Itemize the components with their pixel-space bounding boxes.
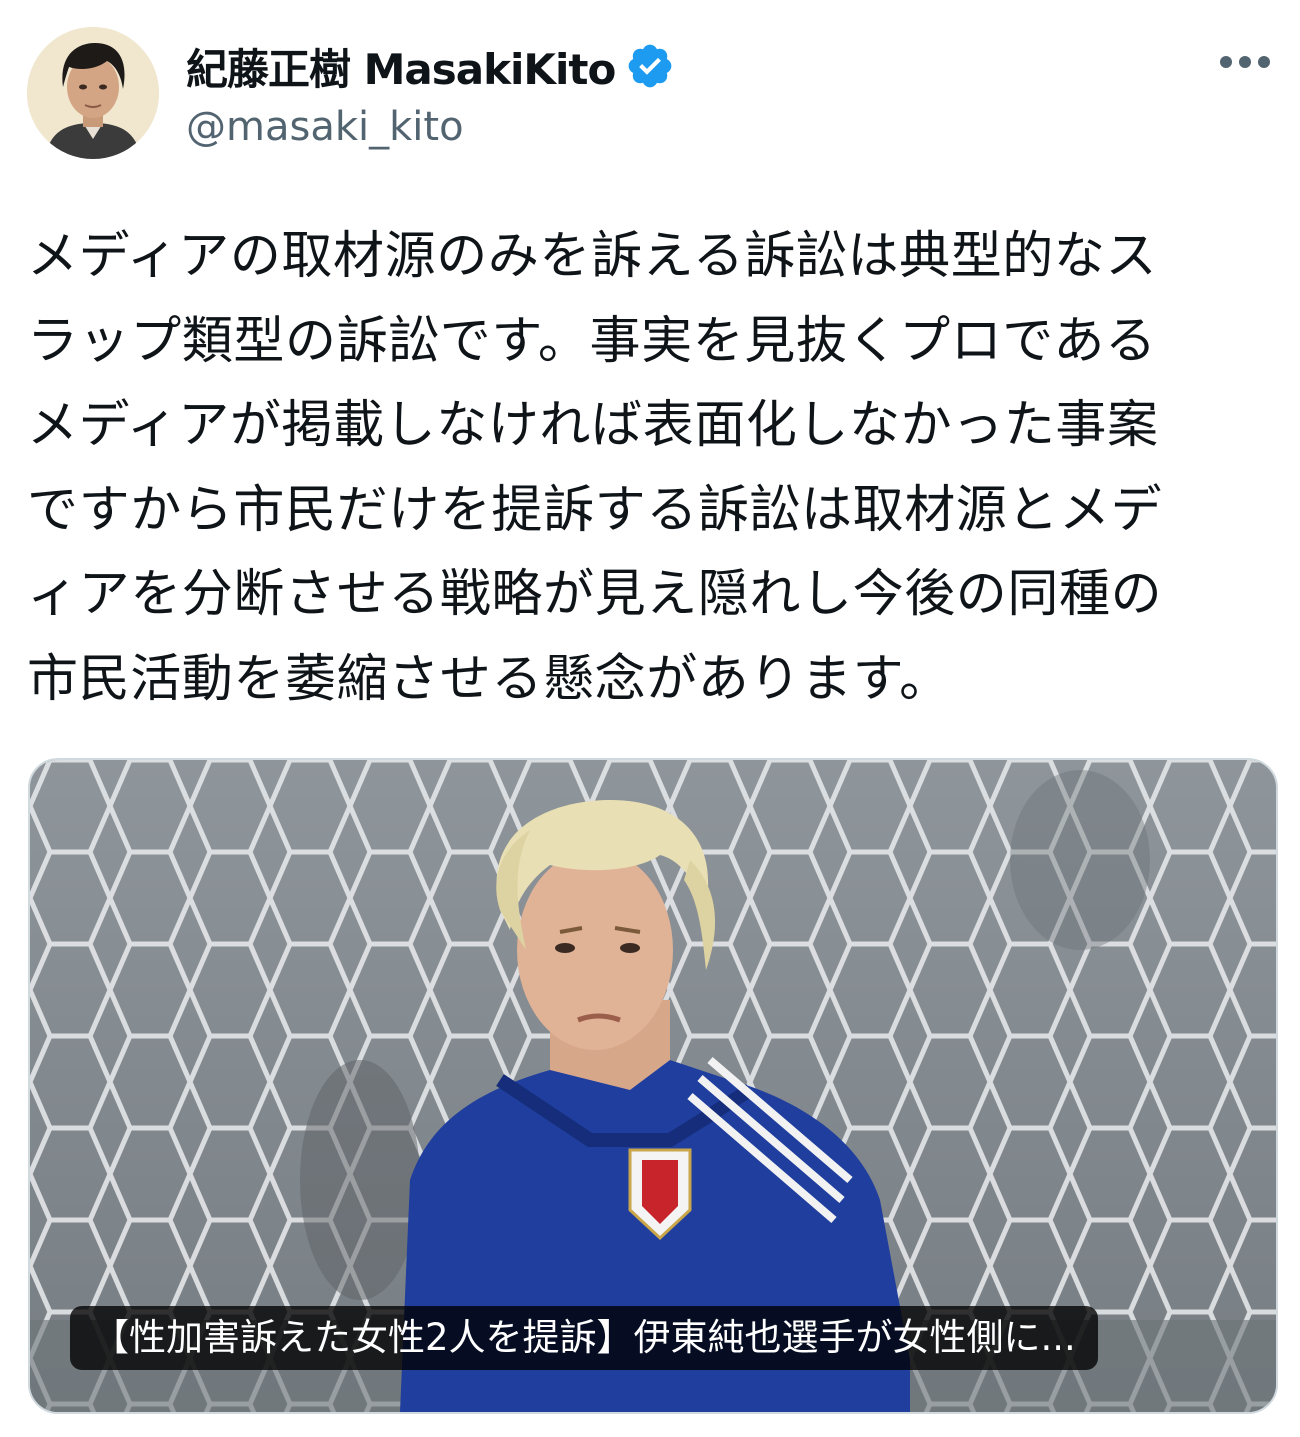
tweet-text-line: ラップ類型の訴訟です。事実を見抜くプロである <box>27 311 1157 371</box>
link-preview-title[interactable]: 【性加害訴えた女性2人を提訴】伊東純也選手が女性側に... <box>70 1306 1098 1370</box>
profile-photo <box>27 27 159 159</box>
link-preview-card[interactable]: 【性加害訴えた女性2人を提訴】伊東純也選手が女性側に... <box>28 758 1278 1414</box>
more-options-button[interactable] <box>1212 40 1278 84</box>
tweet-header: 紀藤正樹 MasakiKito @masaki_kito <box>0 0 1300 170</box>
more-horizontal-icon <box>1220 56 1270 68</box>
tweet-text: メディアの取材源のみを訴える訴訟は典型的なス ラップ類型の訴訟です。事実を見抜く… <box>27 215 1277 722</box>
tweet-text-line: メディアが掲載しなければ表面化しなかった事案 <box>27 396 1159 455</box>
author-handle[interactable]: @masaki_kito <box>186 104 464 150</box>
tweet-text-line: ィアを分断させる戦略が見え隠れし今後の同種の <box>27 565 1163 624</box>
verified-badge-icon[interactable] <box>625 41 675 91</box>
tweet-text-line: 市民活動を萎縮させる懸念があります。 <box>27 649 951 709</box>
author-name-row: 紀藤正樹 MasakiKito <box>186 36 675 96</box>
tweet-text-line: ですから市民だけを提訴する訴訟は取材源とメデ <box>27 480 1163 540</box>
author-display-name[interactable]: 紀藤正樹 MasakiKito <box>186 36 616 97</box>
tweet-text-line: メディアの取材源のみを訴える訴訟は典型的なス <box>27 227 1158 286</box>
avatar[interactable] <box>27 27 159 159</box>
